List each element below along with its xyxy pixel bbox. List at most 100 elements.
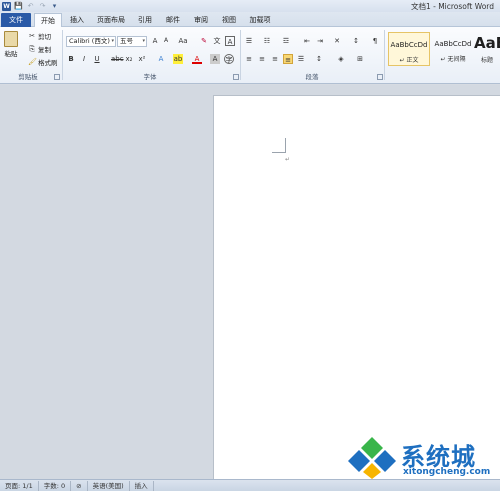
highlight-icon[interactable]: ab [173, 54, 183, 64]
customize-qat-icon[interactable]: ▾ [50, 2, 59, 11]
document-area: ↵ 系统城 xitongcheng.com [0, 85, 500, 479]
grow-font-icon[interactable]: A [150, 36, 160, 46]
paste-label: 粘贴 [4, 50, 18, 58]
font-size-value: 五号 [120, 37, 133, 45]
status-words[interactable]: 字数: 0 [39, 480, 72, 491]
title-bar: W 💾 ↶ ↷ ▾ 文档1 - Microsoft Word [0, 0, 500, 12]
enclose-characters-icon[interactable]: 字 [224, 54, 234, 64]
chinese-layout-icon[interactable]: ✕ [332, 36, 342, 46]
tab-review[interactable]: 审阅 [188, 13, 214, 27]
font-size-combo[interactable]: 五号 ▾ [117, 36, 147, 47]
group-separator [240, 30, 241, 80]
status-insert-mode[interactable]: 插入 [130, 480, 154, 491]
bullets-icon[interactable]: ☰ [244, 36, 254, 46]
character-border-icon[interactable]: A [225, 36, 235, 46]
brush-icon: 🖌 [28, 58, 37, 66]
subscript-icon[interactable]: x₂ [124, 54, 134, 64]
watermark-url: xitongcheng.com [403, 467, 491, 477]
superscript-icon[interactable]: x² [137, 54, 147, 64]
show-hide-marks-icon[interactable]: ¶ [370, 36, 380, 46]
word-app-icon[interactable]: W [2, 1, 11, 11]
italic-icon[interactable]: I [79, 54, 89, 64]
xitongcheng-logo-icon [348, 437, 396, 479]
tab-home[interactable]: 开始 [34, 13, 62, 28]
undo-icon[interactable]: ↶ [26, 2, 35, 11]
redo-icon[interactable]: ↷ [38, 2, 47, 11]
status-page[interactable]: 页面: 1/1 [0, 480, 39, 491]
style-heading-1[interactable]: AaB 标题 [474, 32, 500, 66]
distributed-icon[interactable]: ☰ [296, 54, 306, 64]
multilevel-list-icon[interactable]: ☲ [281, 36, 291, 46]
font-color-icon[interactable]: A [192, 54, 202, 64]
status-bar: 页面: 1/1 字数: 0 ⊘ 英语(美国) 插入 [0, 479, 500, 491]
align-left-icon[interactable]: ≡ [244, 54, 254, 64]
tab-file[interactable]: 文件 [1, 13, 31, 27]
copy-button[interactable]: ⎘ 复制 [28, 44, 51, 54]
format-painter-button[interactable]: 🖌 格式刷 [28, 57, 58, 67]
tab-addins[interactable]: 加载项 [244, 13, 276, 27]
tab-insert[interactable]: 插入 [64, 13, 90, 27]
style-sample: AaBbCcDd [390, 41, 428, 49]
paragraph-group-label: 段落 [305, 73, 319, 81]
bold-icon[interactable]: B [66, 54, 76, 64]
document-page[interactable]: ↵ [213, 95, 500, 479]
clear-formatting-icon[interactable]: ✎ [199, 36, 209, 46]
font-name-combo[interactable]: Calibri (西文) ▾ [66, 36, 116, 47]
character-shading-icon[interactable]: A [210, 54, 220, 64]
watermark: 系统城 xitongcheng.com [345, 435, 500, 479]
copy-icon: ⎘ [29, 45, 35, 53]
group-separator [62, 30, 63, 80]
paste-button[interactable]: 粘贴 [4, 31, 18, 58]
underline-icon[interactable]: U [92, 54, 102, 64]
margin-crop-mark [272, 138, 286, 153]
shrink-font-icon[interactable]: A [161, 36, 171, 46]
numbering-icon[interactable]: ☷ [262, 36, 272, 46]
style-normal[interactable]: AaBbCcDd ↵ 正文 [388, 32, 430, 66]
text-effects-icon[interactable]: A [156, 54, 166, 64]
cut-label: 剪切 [38, 33, 51, 41]
proofing-icon[interactable]: ⊘ [71, 480, 88, 491]
phonetic-guide-icon[interactable]: 文 [212, 36, 222, 46]
quick-access-toolbar: W 💾 ↶ ↷ ▾ [0, 0, 59, 12]
tab-view[interactable]: 视图 [216, 13, 242, 27]
font-launcher-icon[interactable] [233, 74, 239, 80]
ribbon-tabs: 文件 开始 插入 页面布局 引用 邮件 审阅 视图 加载项 [0, 12, 500, 28]
paragraph-launcher-icon[interactable] [377, 74, 383, 80]
borders-icon[interactable]: ⊞ [355, 54, 365, 64]
group-separator [384, 30, 385, 80]
clipboard-launcher-icon[interactable] [54, 74, 60, 80]
save-icon[interactable]: 💾 [14, 2, 23, 11]
paragraph-mark: ↵ [285, 156, 291, 163]
line-spacing-icon[interactable]: ↕ [314, 54, 324, 64]
increase-indent-icon[interactable]: ⇥ [315, 36, 325, 46]
style-sample: AaB [474, 34, 500, 52]
align-center-icon[interactable]: ≡ [257, 54, 267, 64]
font-name-value: Calibri (西文) [69, 37, 110, 45]
styles-gallery: AaBbCcDd ↵ 正文 AaBbCcDd ↵ 无间隔 AaB 标题 [386, 30, 500, 70]
shading-icon[interactable]: ◈ [336, 54, 346, 64]
style-sample: AaBbCcDd [434, 40, 472, 48]
strikethrough-icon[interactable]: abc [111, 54, 124, 64]
tab-references[interactable]: 引用 [132, 13, 158, 27]
justify-icon[interactable]: ≡ [283, 54, 293, 64]
paste-icon [4, 31, 18, 47]
tab-page-layout[interactable]: 页面布局 [92, 13, 130, 27]
scissors-icon: ✂ [29, 32, 35, 40]
copy-label: 复制 [38, 46, 51, 54]
chevron-down-icon: ▾ [142, 38, 145, 44]
style-name: 标题 [480, 57, 493, 64]
clipboard-group-label: 剪贴板 [18, 73, 38, 81]
cut-button[interactable]: ✂ 剪切 [28, 31, 51, 41]
sort-icon[interactable]: ↕ [351, 36, 361, 46]
tab-mailings[interactable]: 邮件 [160, 13, 186, 27]
align-right-icon[interactable]: ≡ [270, 54, 280, 64]
style-no-spacing[interactable]: AaBbCcDd ↵ 无间隔 [432, 32, 474, 66]
style-name: ↵ 正文 [399, 57, 419, 64]
font-group-label: 字体 [143, 73, 157, 81]
status-language[interactable]: 英语(美国) [88, 480, 130, 491]
decrease-indent-icon[interactable]: ⇤ [302, 36, 312, 46]
ribbon-home: 粘贴 ✂ 剪切 ⎘ 复制 🖌 格式刷 剪贴板 Calibri (西文) ▾ 五号… [0, 27, 500, 84]
style-name: ↵ 无间隔 [440, 56, 466, 63]
change-case-icon[interactable]: Aa [177, 36, 189, 46]
chevron-down-icon: ▾ [111, 38, 114, 44]
